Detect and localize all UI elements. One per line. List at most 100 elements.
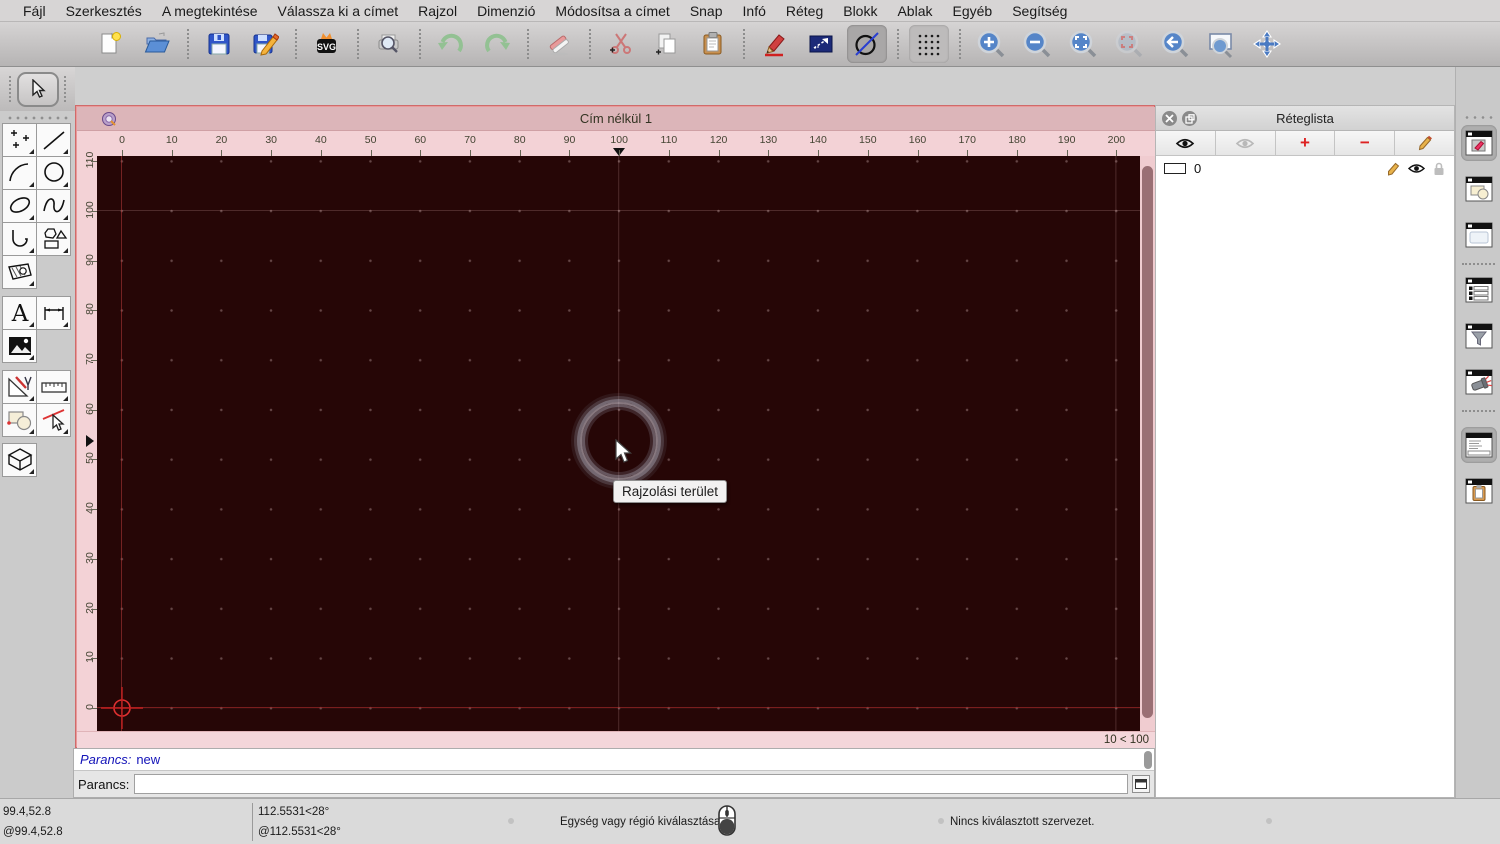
layer-visibility-eye-icon[interactable] [1407, 162, 1426, 175]
panel-close-button[interactable] [1162, 111, 1177, 126]
hatch-tool-button[interactable] [2, 255, 37, 289]
menu-item-rajzol[interactable]: Rajzol [408, 3, 467, 19]
quick-info-toggle-button[interactable] [1461, 364, 1497, 400]
vertical-scrollbar-thumb[interactable] [1142, 166, 1153, 718]
pen-attributes-button[interactable] [755, 25, 795, 63]
draw-circle-button[interactable] [847, 25, 887, 63]
drag-handle[interactable] [8, 76, 12, 102]
layer-list-toggle-button[interactable] [1461, 125, 1497, 161]
delete-entity-button[interactable] [539, 25, 579, 63]
hide-all-layers-button[interactable] [1216, 131, 1276, 155]
layer-list-window-icon [1465, 130, 1493, 156]
modify-tool-button[interactable] [2, 370, 37, 404]
drag-handle[interactable] [6, 115, 68, 121]
menu-item-snap[interactable]: Snap [680, 3, 733, 19]
zoom-window-button[interactable] [1201, 25, 1241, 63]
menu-item-a-megtekint-se[interactable]: A megtekintése [152, 3, 268, 19]
vertical-scrollbar[interactable] [1140, 156, 1155, 731]
tooltip-text: Rajzolási terület [622, 484, 719, 499]
history-scrollbar[interactable] [1144, 751, 1152, 769]
zoom-selected-button[interactable] [1109, 25, 1149, 63]
menu-item-r-teg[interactable]: Réteg [776, 3, 833, 19]
save-button[interactable] [199, 25, 239, 63]
add-layer-button[interactable]: + [1276, 131, 1336, 155]
line-tool-button[interactable] [36, 123, 71, 157]
clipboard-panel-toggle-button[interactable] [1461, 473, 1497, 509]
image-tool-button[interactable] [2, 329, 37, 363]
circle-tool-button[interactable] [36, 156, 71, 190]
spline-tool-button[interactable] [36, 189, 71, 223]
export-svg-button[interactable]: SVG [307, 25, 347, 63]
menu-item-m-dos-tsa-a-c-met[interactable]: Módosítsa a címet [545, 3, 679, 19]
layer-color-swatch[interactable] [1164, 162, 1186, 174]
arc-icon [8, 163, 28, 182]
points-tool-button[interactable] [2, 123, 37, 157]
ruler-label: 190 [1057, 134, 1076, 146]
eraser-icon [549, 35, 569, 56]
drawing-window-titlebar[interactable]: Cím nélkül 1 [77, 107, 1155, 131]
select-entity-tool-button[interactable] [36, 403, 71, 437]
cut-button[interactable] [601, 25, 641, 63]
menu-item-seg-ts-g[interactable]: Segítség [1002, 3, 1077, 19]
selection-status: Nincs kiválasztott szervezet. [950, 816, 1095, 828]
panel-float-button[interactable] [1182, 111, 1197, 126]
new-document-button[interactable] [91, 25, 131, 63]
ruler-label: 60 [414, 134, 427, 146]
ellipse-tool-button[interactable] [2, 189, 37, 223]
redo-button[interactable] [477, 25, 517, 63]
solid-3d-tool-button[interactable] [2, 443, 37, 477]
menu-item-egy-b[interactable]: Egyéb [943, 3, 1003, 19]
copy-button[interactable] [647, 25, 687, 63]
pan-icon [1253, 30, 1281, 58]
drag-handle[interactable] [1463, 115, 1495, 120]
save-as-icon [253, 33, 279, 56]
command-input[interactable] [134, 774, 1128, 794]
menu-item-ablak[interactable]: Ablak [887, 3, 942, 19]
zoom-out-button[interactable] [1017, 25, 1057, 63]
show-all-layers-button[interactable] [1156, 131, 1216, 155]
menu-item-szerkeszt-s[interactable]: Szerkesztés [56, 3, 152, 19]
zoom-in-button[interactable] [971, 25, 1011, 63]
zoom-previous-button[interactable] [1155, 25, 1195, 63]
undo-button[interactable] [431, 25, 471, 63]
selection-filter-toggle-button[interactable] [1461, 318, 1497, 354]
ruler-label: 170 [958, 134, 976, 146]
text-tool-button[interactable]: A [2, 296, 37, 330]
save-as-button[interactable] [245, 25, 285, 63]
remove-layer-button[interactable]: − [1335, 131, 1396, 155]
layer-edit-pencil-icon[interactable] [1386, 161, 1401, 176]
select-tool-button[interactable] [16, 71, 59, 107]
command-widget-toggle-button[interactable] [1461, 427, 1497, 463]
dimension-tool-button[interactable] [36, 296, 71, 330]
grid-toggle-button[interactable] [909, 25, 949, 63]
measure-tool-button[interactable] [36, 370, 71, 404]
horizontal-scrollbar[interactable]: 10 < 100 [77, 731, 1155, 748]
entity-list-toggle-button[interactable] [1461, 272, 1497, 308]
menu-item-blokk[interactable]: Blokk [833, 3, 887, 19]
arc-tool-button[interactable] [2, 156, 37, 190]
menu-item-f-jl[interactable]: Fájl [13, 3, 56, 19]
menu-item-inf-[interactable]: Infó [733, 3, 776, 19]
layer-lock-icon[interactable] [1432, 161, 1446, 176]
order-tool-button[interactable] [2, 403, 37, 437]
open-file-button[interactable] [137, 25, 177, 63]
polyline-tool-button[interactable] [2, 222, 37, 256]
zoom-auto-button[interactable] [1063, 25, 1103, 63]
menu-item-v-lassza-ki-a-c-met[interactable]: Válassza ki a címet [268, 3, 409, 19]
block-list-toggle-button[interactable] [1461, 171, 1497, 207]
zoom-pan-button[interactable] [1247, 25, 1287, 63]
drawing-canvas[interactable]: Rajzolási terület [97, 156, 1140, 731]
menu-item-dimenzi-[interactable]: Dimenzió [467, 3, 545, 19]
print-preview-button[interactable] [369, 25, 409, 63]
library-browser-toggle-button[interactable] [1461, 217, 1497, 253]
drag-handle[interactable] [63, 76, 67, 102]
selection-window-button[interactable] [801, 25, 841, 63]
drawing-window: Cím nélkül 1 0 10 20 30 40 50 60 70 80 90 100 110 12… [75, 105, 1155, 748]
polygon-shapes-tool-button[interactable] [36, 222, 71, 256]
edit-layer-button[interactable] [1395, 131, 1454, 155]
command-window-toggle-button[interactable] [1132, 775, 1150, 793]
paste-button[interactable] [693, 25, 733, 63]
points-icon [10, 130, 29, 148]
layer-row[interactable]: 0 [1156, 158, 1454, 178]
ruler-label: 10 [84, 651, 96, 664]
